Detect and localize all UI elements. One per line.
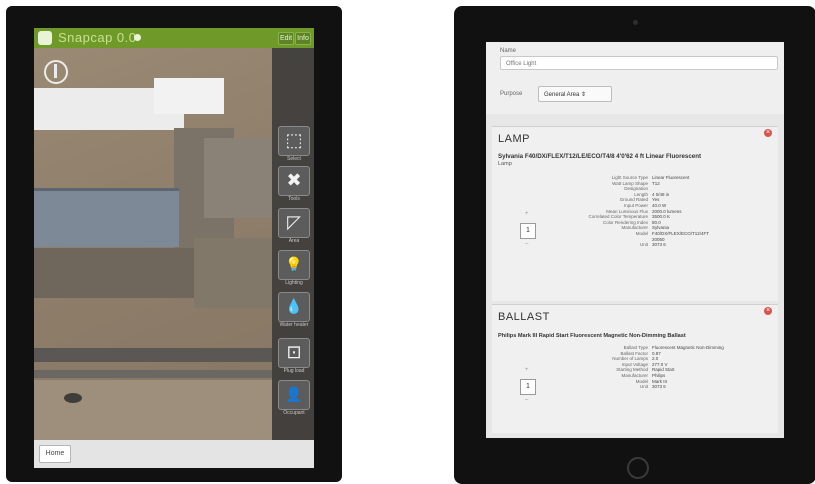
tool-caption: Water heater	[279, 322, 309, 328]
tool-caption: Occupant	[283, 410, 305, 416]
lamp-specs: Light Source Type Linear Fluorescent Watt…	[548, 175, 768, 248]
right-tablet: Name Office Light Purpose General Area ⇕…	[454, 6, 815, 484]
person-icon: 👤	[285, 386, 303, 402]
ballast-quantity[interactable]: 1	[520, 379, 536, 395]
app-header: Snapcap 0.0 Edit Info	[34, 28, 314, 48]
spec-row: Unit 3073 6	[548, 384, 768, 390]
increment-icon[interactable]: +	[525, 367, 529, 373]
ballast-section: BALLAST × Philips Mark III Rapid Start F…	[492, 304, 778, 433]
road	[34, 370, 272, 378]
home-hardware-button[interactable]	[627, 457, 649, 479]
tool-rail: ⬚ Select ✖ Tools ◸ Area 💡 Lighting 💧 Wat…	[272, 48, 314, 440]
purpose-label: Purpose	[500, 91, 523, 97]
building-roof	[194, 238, 272, 308]
lamp-subtype: Lamp	[498, 161, 512, 167]
remove-lamp-button[interactable]: ×	[764, 129, 772, 137]
water-icon: 💧	[285, 298, 303, 314]
tool-outlet-button[interactable]: ⊡ Plug load	[278, 338, 310, 374]
lamp-section: LAMP × Sylvania F40/DX/FLEX/T12/LE/ECO/T…	[492, 126, 778, 301]
ballast-product-name: Philips Mark III Rapid Start Fluorescent…	[498, 333, 686, 339]
tool-area-button[interactable]: ◸ Area	[278, 208, 310, 244]
info-button[interactable]: Info	[295, 32, 311, 45]
remove-ballast-button[interactable]: ×	[764, 307, 772, 315]
road	[34, 348, 272, 362]
bottom-bar: Home	[34, 440, 314, 468]
building-roof	[204, 138, 272, 218]
tool-water-button[interactable]: 💧 Water heater	[278, 292, 310, 328]
tool-caption: Select	[287, 156, 301, 162]
home-button[interactable]: Home	[39, 445, 71, 463]
lamp-product-name: Sylvania F40/DX/FLEX/T12/LE/ECO/T4/8 4'0…	[498, 153, 702, 160]
area-icon: ◸	[287, 212, 301, 232]
camera-icon	[633, 20, 638, 25]
tool-caption: Tools	[288, 196, 300, 202]
tools-icon: ✖	[286, 170, 302, 190]
select-area-icon: ⬚	[285, 130, 303, 150]
increment-icon[interactable]: +	[525, 211, 529, 217]
spec-key: Unit	[639, 384, 648, 390]
tool-caption: Area	[288, 238, 300, 244]
app-title: Snapcap 0.0	[58, 30, 137, 45]
spec-value: 3073 6	[652, 242, 666, 248]
left-tablet: Snapcap 0.0 Edit Info ⬚ Select ✖ Tools ◸…	[6, 6, 342, 482]
tool-person-button[interactable]: 👤 Occupant	[278, 380, 310, 416]
lamp-quantity[interactable]: 1	[520, 223, 536, 239]
tool-caption: Lighting	[285, 280, 303, 286]
decrement-icon[interactable]: –	[525, 241, 528, 247]
edit-button[interactable]: Edit	[278, 32, 294, 45]
building-roof	[34, 188, 179, 247]
compass-icon[interactable]	[44, 60, 68, 84]
spec-value: 3073 6	[652, 384, 666, 390]
name-input[interactable]: Office Light	[500, 56, 778, 70]
tool-lighting-button[interactable]: 💡 Lighting	[278, 250, 310, 286]
decrement-icon[interactable]: –	[525, 397, 528, 403]
building-roof	[154, 78, 224, 114]
spec-key: Unit	[639, 242, 648, 248]
name-label: Name	[500, 48, 517, 54]
lamp-title: LAMP	[498, 133, 530, 145]
ballast-specs: Ballast Type Fluorescent Magnetic Non-Dim…	[548, 345, 768, 390]
purpose-select[interactable]: General Area ⇕	[538, 86, 612, 102]
map-screen: Snapcap 0.0 Edit Info ⬚ Select ✖ Tools ◸…	[34, 28, 314, 468]
app-logo-icon	[38, 31, 52, 45]
status-dot-icon	[134, 34, 141, 41]
tool-select-button[interactable]: ⬚ Select	[278, 126, 310, 162]
detail-screen: Name Office Light Purpose General Area ⇕…	[486, 42, 784, 438]
lighting-icon: 💡	[285, 256, 303, 272]
tool-caption: Plug load	[283, 368, 305, 374]
fixture-form: Name Office Light Purpose General Area ⇕	[486, 42, 784, 114]
spec-row: Unit 3073 6	[548, 242, 768, 248]
building-roof	[34, 248, 194, 298]
ballast-title: BALLAST	[498, 311, 550, 323]
tool-tools-button[interactable]: ✖ Tools	[278, 166, 310, 202]
outlet-icon: ⊡	[286, 342, 302, 362]
